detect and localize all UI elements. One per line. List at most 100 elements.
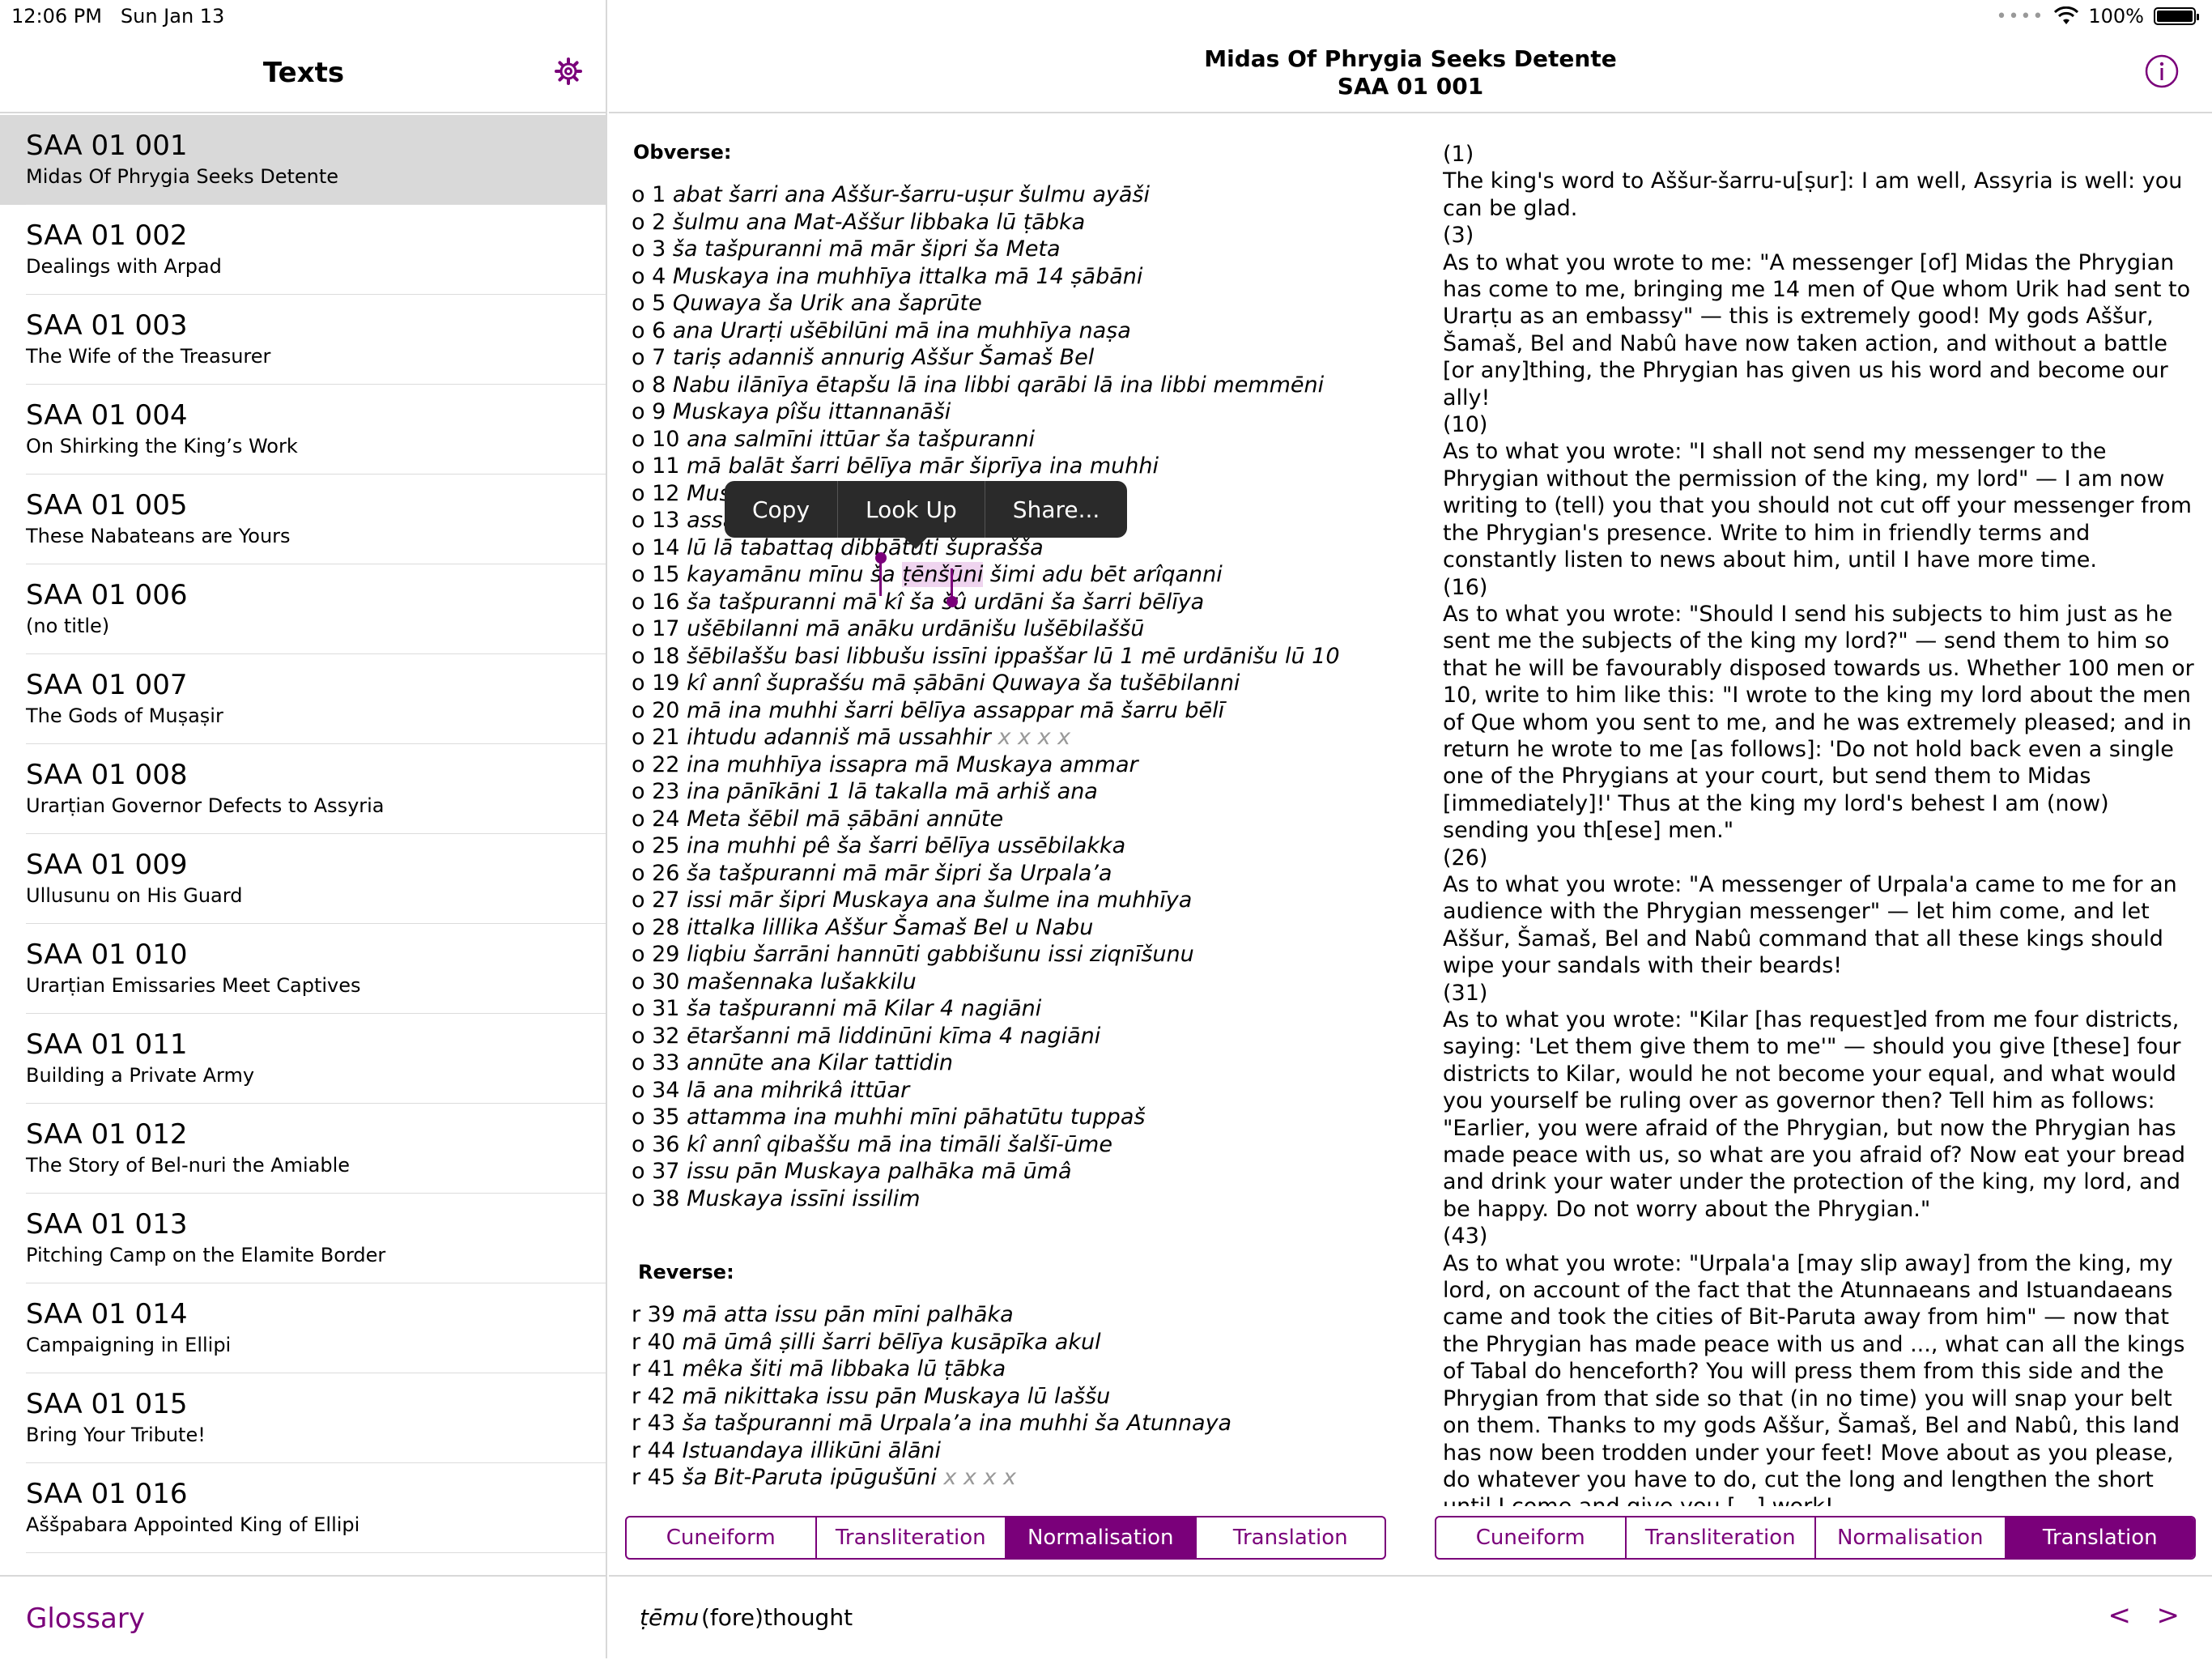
text-line: o 28 ittalka lillika Aššur Šamaš Bel u N… — [632, 914, 1393, 942]
line-text[interactable]: mā balāt šarri bēlīya mār šiprīya ina mu… — [687, 453, 1159, 479]
line-text[interactable]: liqbiu šarrāni hannūti gabbišunu issi zi… — [687, 942, 1194, 967]
line-text[interactable]: šēbilaššu basi libbušu issīni ippaššar l… — [687, 644, 1339, 669]
paragraph-text: As to what you wrote: "Urpala'a [may sli… — [1443, 1250, 2185, 1506]
menu-copy[interactable]: Copy — [725, 481, 839, 538]
menu-look-up[interactable]: Look Up — [838, 481, 985, 538]
selected-word[interactable]: ṭēnšūni — [902, 562, 984, 587]
text-list-item[interactable]: SAA 01 008 Urarṭian Governor Defects to A… — [0, 744, 606, 834]
selection-end-handle[interactable] — [946, 596, 958, 607]
text-list-item[interactable]: SAA 01 007 The Gods of Muṣaṣir — [0, 654, 606, 744]
line-number: o 8 — [632, 372, 666, 398]
line-text[interactable]: Muskaya pîšu ittannanāši — [673, 399, 951, 424]
gear-icon[interactable] — [554, 57, 583, 86]
list-separator — [26, 1552, 606, 1553]
left-view-segmented-control: Cuneiform Transliteration Normalisation Tra… — [625, 1516, 1386, 1560]
line-text[interactable]: abat šarri ana Aššur-šarru-uṣur šulmu ay… — [673, 182, 1150, 207]
text-list-item[interactable]: SAA 01 014 Campaigning in Ellipi — [0, 1283, 606, 1373]
text-list-item[interactable]: SAA 01 016 Aššpabara Appointed King of El… — [0, 1463, 606, 1553]
text-list-item[interactable]: SAA 01 005 These Nabateans are Yours — [0, 475, 606, 564]
line-text[interactable]: ša tašpuranni mā Urpala’a ina muhhi ša A… — [683, 1411, 1231, 1436]
line-text[interactable]: mā ūmâ ṣilli šarri bēlīya kusāpīka akul — [683, 1330, 1101, 1355]
line-number: o 10 — [632, 426, 680, 452]
line-text[interactable]: ina muhhīya issapra mā Muskaya ammar — [687, 752, 1138, 777]
right-view-segmented-control: Cuneiform Transliteration Normalisation Tra… — [1435, 1516, 2196, 1560]
line-text[interactable]: ša tašpuranni mā mār šipri ša Urpala’a — [687, 861, 1112, 886]
text-list-item[interactable]: SAA 01 003 The Wife of the Treasurer — [0, 295, 606, 385]
line-text[interactable]: kî annî šuprašśu mā ṣābāni Quwaya ša tuš… — [687, 670, 1240, 696]
battery-percent: 100% — [2088, 5, 2144, 28]
line-text[interactable]: mašennaka lušakkilu — [687, 969, 917, 994]
segment-translation[interactable]: Translation — [1197, 1517, 1385, 1558]
text-item-id: SAA 01 002 — [26, 219, 188, 252]
next-button[interactable]: > — [2157, 1599, 2180, 1632]
line-text[interactable]: issu pān Muskaya palhāka mā ūmâ — [687, 1159, 1071, 1184]
line-number: r 43 — [632, 1411, 676, 1436]
line-text[interactable]: ušēbilanni mā anāku urdānišu lušēbilaššū — [687, 616, 1144, 641]
line-text[interactable]: Muskaya issīni issilim — [687, 1186, 921, 1211]
info-icon[interactable] — [2144, 53, 2180, 89]
glossary-link[interactable]: Glossary — [26, 1603, 145, 1635]
text-list-item[interactable]: SAA 01 010 Urarṭian Emissaries Meet Capti… — [0, 924, 606, 1014]
text-line: o 37 issu pān Muskaya palhāka mā ūmâ — [632, 1158, 1393, 1185]
segment-normalisation[interactable]: Normalisation — [1816, 1517, 2006, 1558]
line-text[interactable]: ittalka lillika Aššur Šamaš Bel u Nabu — [687, 915, 1093, 940]
line-number: o 30 — [632, 968, 680, 994]
line-text[interactable]: Muskaya ina muhhīya ittalka mā 14 ṣābāni — [673, 264, 1143, 289]
line-text[interactable]: ša Bit-Paruta ipūgušūni — [683, 1465, 937, 1490]
line-text[interactable]: ina muhhi pê ša šarri bēlīya ussēbilakka — [687, 833, 1125, 858]
line-text[interactable]: Quwaya ša Urik ana šaprūte — [673, 291, 982, 316]
line-text[interactable]: ihtudu adanniš mā ussahhir — [687, 725, 991, 750]
text-list-item[interactable]: SAA 01 001 Midas Of Phrygia Seeks Detente — [0, 115, 606, 205]
line-number: o 32 — [632, 1023, 680, 1049]
text-list-item[interactable]: SAA 01 012 The Story of Bel-nuri the Amia… — [0, 1104, 606, 1194]
text-list-item[interactable]: SAA 01 011 Building a Private Army — [0, 1014, 606, 1104]
line-text[interactable]: Meta šēbil mā ṣābāni annūte — [687, 807, 1003, 832]
line-text[interactable]: mêka šiti mā libbaka lū ṭābka — [683, 1356, 1006, 1381]
segment-transliteration[interactable]: Transliteration — [817, 1517, 1006, 1558]
line-text[interactable]: ša tašpuranni mā kî ša šû urdāni ša šarr… — [687, 590, 1204, 615]
line-number: o 28 — [632, 914, 680, 940]
text-list-item[interactable]: SAA 01 006 (no title) — [0, 564, 606, 654]
segment-transliteration[interactable]: Transliteration — [1627, 1517, 1816, 1558]
text-list-item[interactable]: SAA 01 009 Ullusunu on His Guard — [0, 834, 606, 924]
text-line: o 26 ša tašpuranni mā mār šipri ša Urpal… — [632, 860, 1393, 887]
line-text[interactable]: mā ina muhhi šarri bēlīya assappar mā ša… — [687, 698, 1224, 723]
line-text[interactable]: mā nikittaka issu pān Muskaya lū laššu — [683, 1384, 1111, 1409]
line-text[interactable]: issi mār šipri Muskaya ana šulme ina muh… — [687, 887, 1192, 913]
line-text[interactable]: attamma ina muhhi mīni pāhatūtu tuppaš — [687, 1105, 1145, 1130]
segment-cuneiform[interactable]: Cuneiform — [1436, 1517, 1627, 1558]
text-line: o 8 Nabu ilānīya ētapšu lā ina libbi qar… — [632, 372, 1393, 399]
line-text[interactable]: ētaršanni mā liddinūni kīma 4 nagiāni — [687, 1024, 1100, 1049]
line-text[interactable]: tariṣ adanniš annurig Aššur Šamaš Bel — [673, 345, 1094, 370]
line-text[interactable]: annūte ana Kilar tattidin — [687, 1050, 953, 1075]
line-text[interactable]: ana Urarṭi ušēbilūni mā ina muhhīya naṣa — [673, 318, 1131, 343]
line-text[interactable]: Nabu ilānīya ētapšu lā ina libbi qarābi … — [673, 372, 1324, 398]
line-number: o 36 — [632, 1131, 680, 1157]
line-text[interactable]: ina pānīkāni 1 lā takalla mā arhiš ana — [687, 779, 1098, 804]
segment-translation[interactable]: Translation — [2006, 1517, 2194, 1558]
segment-normalisation[interactable]: Normalisation — [1006, 1517, 1197, 1558]
text-list-item[interactable]: SAA 01 013 Pitching Camp on the Elamite B… — [0, 1194, 606, 1283]
line-text[interactable]: kî annî qibaššu mā ina timāli šalšī-ūme — [687, 1132, 1112, 1157]
text-list-item[interactable]: SAA 01 004 On Shirking the King’s Work — [0, 385, 606, 475]
line-number: o 22 — [632, 751, 680, 777]
line-text[interactable]: Istuandaya illikūni ālāni — [683, 1438, 941, 1463]
line-text[interactable]: šulmu ana Mat-Aššur libbaka lū ṭābka — [673, 210, 1085, 235]
line-text[interactable]: lā ana mihrikâ ittūar — [687, 1078, 909, 1103]
line-text[interactable]: lū lā tabattaq dibbātūti šuprašša — [687, 535, 1044, 560]
text-list-item[interactable]: SAA 01 015 Bring Your Tribute! — [0, 1373, 606, 1463]
segment-cuneiform[interactable]: Cuneiform — [627, 1517, 817, 1558]
selection-start-handle[interactable] — [875, 552, 887, 564]
previous-button[interactable]: < — [2108, 1599, 2132, 1632]
paragraph-number: (16) — [1443, 574, 1488, 600]
menu-share[interactable]: Share... — [985, 481, 1128, 538]
line-text[interactable]: mā atta issu pān mīni palhāka — [683, 1302, 1014, 1327]
text-list-item[interactable]: SAA 01 002 Dealings with Arpad — [0, 205, 606, 295]
line-text[interactable]: ana salmīni ittūar ša tašpuranni — [687, 427, 1035, 452]
line-number: o 7 — [632, 345, 666, 370]
line-number: o 24 — [632, 806, 680, 832]
line-text[interactable]: ša tašpuranni mā mār šipri ša Meta — [673, 236, 1061, 262]
line-text[interactable]: ša tašpuranni mā Kilar 4 nagiāni — [687, 996, 1041, 1021]
text-line: r 42 mā nikittaka issu pān Muskaya lū la… — [632, 1383, 1393, 1411]
paragraph-number: (31) — [1443, 980, 1488, 1006]
